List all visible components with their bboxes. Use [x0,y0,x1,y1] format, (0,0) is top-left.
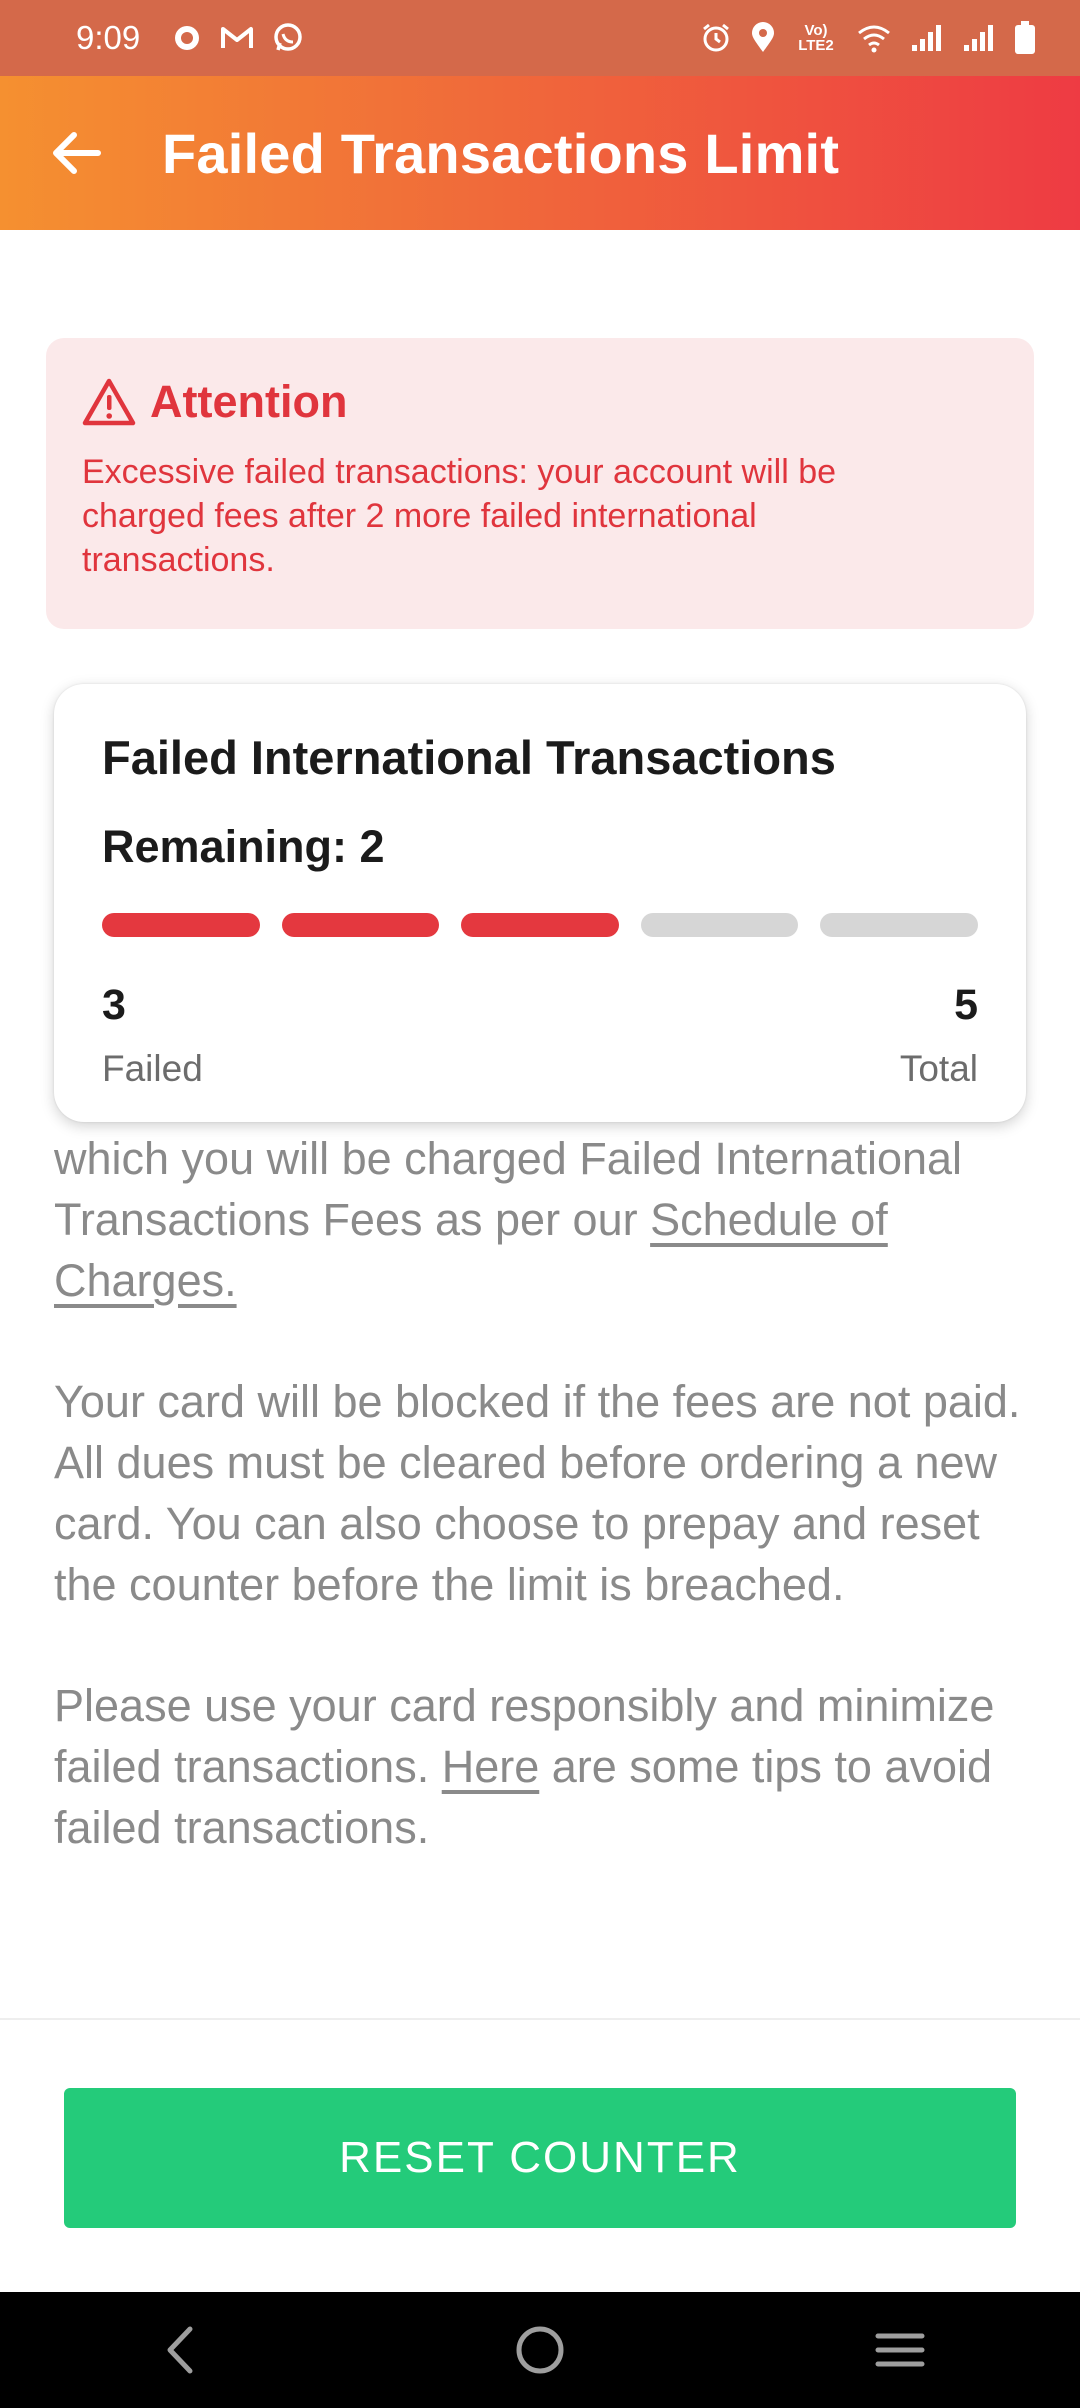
signal-icon [962,23,996,53]
total-label: Total [899,1048,978,1089]
attention-message: Excessive failed transactions: your acco… [82,453,837,579]
menu-icon [875,2333,925,2367]
info-paragraph-1: which you will be charged Failed Interna… [54,1128,1034,1311]
volte-icon: Vo) LTE2 [794,23,838,53]
alarm-icon [700,22,732,54]
info-text: which you will be charged Failed Interna… [54,1128,1034,1918]
reset-counter-button[interactable]: RESET COUNTER [64,2088,1016,2228]
status-bar: 9:09 Vo) LTE2 [0,0,1080,76]
arrow-left-icon [53,132,101,174]
progress-segment-failed [102,913,260,937]
page-title: Failed Transactions Limit [162,121,840,185]
whatsapp-icon [272,22,304,54]
app-bar: Failed Transactions Limit [0,76,1080,230]
nav-menu-button[interactable] [840,2292,960,2408]
tips-link[interactable]: Here [442,1741,540,1792]
attention-banner: Attention Excessive failed transactions:… [46,338,1034,629]
bottom-action-area: RESET COUNTER [0,2018,1080,2294]
stats-row: 3 Failed 5 Total [102,981,978,1090]
volte-text: Vo) LTE2 [798,22,834,54]
gmail-icon [220,24,254,52]
info-paragraph-2: Your card will be blocked if the fees ar… [54,1376,1021,1610]
system-nav-bar [0,2292,1080,2408]
remaining-label: Remaining: 2 [102,821,385,872]
attention-header: Attention [82,376,998,428]
failed-value: 3 [102,981,126,1029]
nav-back-button[interactable] [120,2292,240,2408]
battery-icon [1014,21,1036,55]
failed-transactions-card: Failed International Transactions Remain… [54,684,1026,1122]
status-time: 9:09 [76,19,141,56]
progress-bar [102,913,978,937]
warning-icon [82,378,136,426]
nav-home-button[interactable] [480,2292,600,2408]
chat-icon [172,23,202,53]
status-right: Vo) LTE2 [700,21,1036,55]
back-icon [167,2326,193,2374]
failed-stat: 3 Failed [102,981,203,1090]
progress-segment-failed [461,913,619,937]
location-icon [750,22,776,54]
card-title: Failed International Transactions [102,731,836,784]
progress-segment-failed [281,913,440,937]
total-stat: 5 Total [900,981,978,1090]
total-value: 5 [954,981,978,1029]
failed-label: Failed [102,1048,203,1089]
info-paragraph-3: Please use your card responsibly and min… [54,1675,1034,1858]
home-icon [516,2326,564,2374]
signal-icon [910,23,944,53]
back-button[interactable] [48,125,104,181]
status-left: 9:09 [76,19,304,57]
attention-title: Attention [150,376,348,427]
progress-segment-remaining [640,913,799,937]
progress-segment-remaining [820,913,978,937]
wifi-icon [856,23,892,53]
